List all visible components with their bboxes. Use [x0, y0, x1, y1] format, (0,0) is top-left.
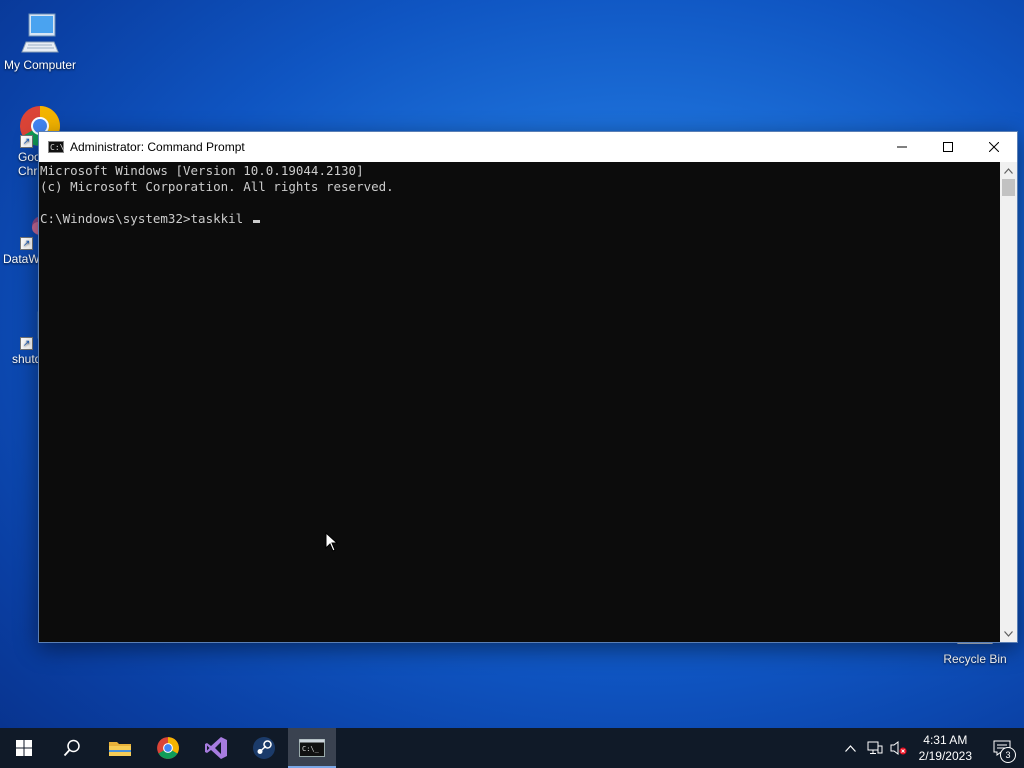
svg-text:C:\_: C:\_ [302, 745, 320, 753]
window-titlebar[interactable]: C:\ Administrator: Command Prompt [39, 132, 1017, 162]
chevron-up-icon [845, 744, 857, 752]
cmd-icon: C:\ [48, 141, 65, 153]
scrollbar-thumb[interactable] [1002, 179, 1015, 196]
shortcut-arrow-icon: ↗ [20, 237, 33, 250]
notification-count-badge: 3 [1000, 747, 1016, 763]
network-button[interactable] [863, 728, 887, 768]
taskbar: C:\_ 4:31 AM 2/19/2023 3 [0, 728, 1024, 768]
desktop-icon-label: My Computer [3, 58, 77, 72]
close-icon [989, 142, 999, 152]
search-icon [63, 739, 80, 757]
taskbar-clock[interactable]: 4:31 AM 2/19/2023 [911, 732, 980, 764]
clock-time: 4:31 AM [923, 733, 968, 747]
minimize-icon [897, 146, 907, 148]
scroll-down-arrow-icon[interactable] [1000, 625, 1017, 642]
shortcut-arrow-icon: ↗ [20, 135, 33, 148]
taskbar-command-prompt[interactable]: C:\_ [288, 728, 336, 768]
console-output[interactable]: Microsoft Windows [Version 10.0.19044.21… [39, 162, 1000, 642]
system-tray: 4:31 AM 2/19/2023 3 [839, 728, 1024, 768]
taskbar-file-explorer[interactable] [96, 728, 144, 768]
cmd-icon: C:\_ [299, 739, 325, 757]
window-title: Administrator: Command Prompt [70, 140, 245, 154]
steam-icon [253, 737, 275, 759]
windows-logo-icon [16, 740, 32, 756]
start-button[interactable] [0, 728, 48, 768]
volume-muted-icon [890, 741, 907, 755]
computer-icon [18, 12, 62, 56]
console-prompt-line: C:\Windows\system32>taskkil [40, 211, 1000, 227]
taskbar-chrome[interactable] [144, 728, 192, 768]
desktop-icon-label: Recycle Bin [943, 652, 1007, 666]
scroll-up-arrow-icon[interactable] [1000, 162, 1017, 179]
action-center-button[interactable]: 3 [980, 728, 1024, 768]
search-button[interactable] [48, 728, 96, 768]
close-button[interactable] [971, 132, 1017, 162]
vertical-scrollbar[interactable] [1000, 162, 1017, 642]
visual-studio-icon [205, 737, 227, 759]
desktop-icon-my-computer[interactable]: My Computer [0, 12, 80, 72]
taskbar-visual-studio[interactable] [192, 728, 240, 768]
clock-date: 2/19/2023 [918, 749, 972, 763]
folder-icon [109, 742, 131, 756]
chrome-icon [157, 737, 179, 759]
console-prompt-text: C:\Windows\system32>taskkil [40, 211, 251, 226]
maximize-icon [943, 142, 953, 152]
network-icon [867, 741, 883, 754]
console-line: (c) Microsoft Corporation. All rights re… [40, 179, 394, 194]
command-prompt-window[interactable]: C:\ Administrator: Command Prompt Micros… [38, 131, 1018, 643]
console-line: Microsoft Windows [Version 10.0.19044.21… [40, 163, 364, 178]
maximize-button[interactable] [925, 132, 971, 162]
show-hidden-icons-button[interactable] [839, 728, 863, 768]
text-cursor [252, 220, 260, 223]
minimize-button[interactable] [879, 132, 925, 162]
mouse-pointer-icon [325, 532, 339, 552]
shortcut-arrow-icon: ↗ [20, 337, 33, 350]
taskbar-steam[interactable] [240, 728, 288, 768]
volume-button[interactable] [887, 728, 911, 768]
